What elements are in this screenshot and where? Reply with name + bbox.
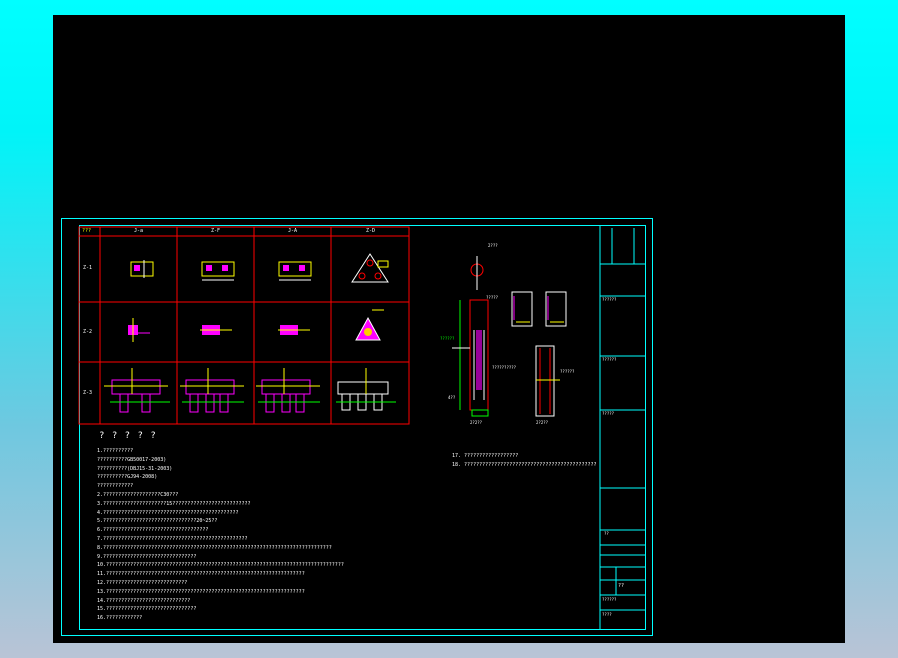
- title-block-grid: [599, 225, 646, 630]
- table-header-label: ???: [82, 228, 92, 234]
- title-block-text: ??????: [602, 357, 617, 362]
- title-block-text: ??: [604, 531, 609, 536]
- note-line: 14.????????????????????????????: [97, 597, 191, 604]
- note-line-18: 18. ????????????????????????????????????…: [452, 462, 597, 468]
- note-line: 8.??????????????????????????????????????…: [97, 544, 332, 551]
- notes-list: 1.?????????? ??????????GB50017-2003) ???…: [97, 448, 397, 624]
- note-line: ????????????: [97, 483, 134, 490]
- title-block-text: ??: [618, 583, 625, 589]
- title-block-text: ????: [602, 612, 612, 617]
- note-line: 6.???????????????????????????????????: [97, 527, 209, 534]
- note-line: 2.???????????????????C30???: [97, 491, 179, 498]
- note-line: 1.??????????: [97, 448, 134, 454]
- cap-sections-row3: [104, 368, 396, 413]
- note-line: 13.?????????????????????????????????????…: [97, 588, 305, 595]
- note-line: ??????????(DBJ15-31-2003): [97, 465, 173, 472]
- note-line: 16.????????????: [97, 615, 143, 622]
- row-header-3: Z-3: [83, 390, 93, 396]
- note-line: 10.?????????????????????????????????????…: [97, 562, 344, 569]
- note-line: 15.??????????????????????????????: [97, 606, 197, 613]
- column-header-3: J-A: [288, 228, 298, 234]
- detail-label: ?????: [486, 295, 499, 300]
- note-line: 7.??????????????????????????????????????…: [97, 535, 248, 542]
- detail-label: 2?2??: [536, 420, 549, 425]
- detail-label: ??????: [440, 336, 455, 341]
- column-header-2: Z-F: [211, 228, 221, 234]
- detail-label: ??????????: [492, 365, 517, 370]
- note-line: 11.?????????????????????????????????????…: [97, 571, 305, 578]
- title-block-text: ??????: [602, 597, 617, 602]
- note-line: 3.?????????????????????15???????????????…: [97, 500, 251, 507]
- note-line: ??????????GJ94-2008): [97, 474, 158, 481]
- note-line: ??????????GB50017-2003): [97, 456, 167, 463]
- note-line: 4.??????????????????????????????????????…: [97, 509, 239, 516]
- note-line: 9.???????????????????????????????: [97, 553, 197, 560]
- column-header-1: J-a: [134, 228, 144, 234]
- cap-plans-row1: [130, 253, 389, 283]
- cap-plans-row2: [128, 309, 384, 342]
- note-line: 5.???????????????????????????????20~25??: [97, 518, 218, 525]
- row-header-2: Z-2: [83, 329, 93, 335]
- note-line: 12.???????????????????????????: [97, 579, 188, 586]
- notes-heading: ? ? ? ? ?: [99, 431, 157, 441]
- detail-label: ??????: [560, 369, 575, 374]
- row-header-1: Z-1: [83, 265, 93, 271]
- column-section-detail: [452, 256, 567, 417]
- title-block-text: ??????: [602, 297, 617, 302]
- note-line-17: 17. ??????????????????: [452, 453, 519, 459]
- detail-label: 4??: [448, 395, 456, 400]
- title-block-text: ?????: [602, 411, 615, 416]
- detail-label: 2?2??: [470, 420, 483, 425]
- column-header-4: Z-D: [366, 228, 376, 234]
- detail-label: 2???: [488, 243, 498, 248]
